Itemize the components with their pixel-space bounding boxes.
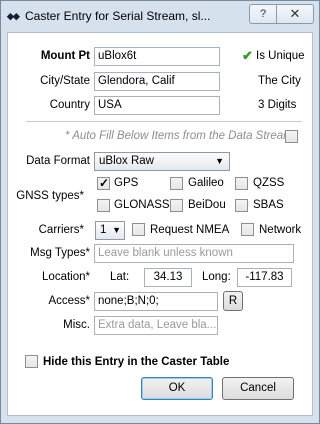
galileo-label: Galileo bbox=[188, 177, 224, 189]
galileo-checkbox[interactable] bbox=[170, 177, 183, 190]
carriers-label: Carriers* bbox=[38, 224, 84, 236]
city-hint: The City bbox=[258, 75, 301, 87]
close-button[interactable]: ✕ bbox=[276, 4, 314, 24]
country-label: Country bbox=[49, 99, 90, 111]
title-bar: ◆◆ Caster Entry for Serial Stream, sl...… bbox=[1, 1, 319, 31]
mount-pt-input[interactable]: uBlox6t bbox=[94, 47, 220, 66]
long-label: Long: bbox=[202, 271, 231, 283]
access-input[interactable]: none;B;N;0; bbox=[94, 292, 218, 311]
access-label: Access* bbox=[48, 295, 90, 307]
location-label: Location* bbox=[42, 271, 90, 283]
msg-types-input[interactable]: Leave blank unless known bbox=[94, 244, 294, 263]
qzss-label: QZSS bbox=[253, 177, 285, 189]
country-hint: 3 Digits bbox=[258, 99, 297, 111]
hide-entry-checkbox[interactable] bbox=[25, 355, 38, 368]
sbas-checkbox[interactable] bbox=[235, 199, 248, 212]
data-format-label: Data Format bbox=[26, 155, 90, 167]
beidou-label: BeiDou bbox=[188, 199, 226, 211]
mount-pt-label: Mount Pt bbox=[40, 50, 90, 62]
misc-input[interactable]: Extra data, Leave bla... bbox=[94, 316, 218, 335]
network-checkbox[interactable] bbox=[241, 223, 254, 236]
country-input[interactable]: USA bbox=[94, 96, 220, 115]
city-state-input[interactable]: Glendora, Calif bbox=[94, 72, 220, 91]
chevron-down-icon: ▼ bbox=[215, 156, 224, 166]
autofill-label: * Auto Fill Below Items from the Data St… bbox=[65, 130, 293, 142]
long-input[interactable]: -117.83 bbox=[237, 268, 292, 287]
city-state-label: City/State bbox=[40, 75, 90, 87]
data-format-select[interactable]: uBlox Raw ▼ bbox=[94, 152, 230, 171]
lat-label: Lat: bbox=[110, 271, 130, 283]
autofill-checkbox[interactable] bbox=[285, 130, 298, 143]
ok-button[interactable]: OK bbox=[141, 377, 213, 400]
window-title: Caster Entry for Serial Stream, sl... bbox=[25, 9, 211, 23]
misc-label: Misc. bbox=[63, 319, 90, 331]
help-button[interactable]: ? bbox=[249, 4, 276, 24]
checkmark-icon: ✓ bbox=[99, 176, 110, 190]
access-r-button[interactable]: R bbox=[223, 291, 243, 311]
app-icon: ◆◆ bbox=[7, 11, 20, 21]
sbas-label: SBAS bbox=[253, 199, 284, 211]
unique-status: Is Unique bbox=[256, 50, 305, 62]
beidou-checkbox[interactable] bbox=[170, 199, 183, 212]
divider bbox=[26, 121, 302, 122]
cancel-button[interactable]: Cancel bbox=[222, 377, 294, 400]
gps-checkbox[interactable]: ✓ bbox=[97, 176, 110, 190]
glonass-label: GLONASS bbox=[114, 199, 170, 211]
qzss-checkbox[interactable] bbox=[235, 177, 248, 190]
request-nmea-checkbox[interactable] bbox=[132, 223, 145, 236]
msg-types-label: Msg Types* bbox=[30, 247, 90, 259]
network-label: Network bbox=[259, 224, 302, 236]
glonass-checkbox[interactable] bbox=[97, 199, 110, 212]
chevron-down-icon: ▼ bbox=[112, 225, 121, 235]
check-icon: ✔ bbox=[242, 48, 253, 63]
carriers-value: 1 bbox=[100, 224, 107, 236]
gps-label: GPS bbox=[114, 177, 139, 189]
dialog-window: ◆◆ Caster Entry for Serial Stream, sl...… bbox=[0, 0, 320, 424]
carriers-select[interactable]: 1 ▼ bbox=[95, 221, 125, 240]
data-format-value: uBlox Raw bbox=[99, 155, 154, 167]
lat-input[interactable]: 34.13 bbox=[144, 268, 192, 287]
dialog-client-area: Mount Pt uBlox6t ✔ Is Unique City/State … bbox=[7, 32, 313, 416]
gnss-types-label: GNSS types* bbox=[16, 190, 84, 202]
request-nmea-label: Request NMEA bbox=[150, 224, 230, 236]
hide-entry-label: Hide this Entry in the Caster Table bbox=[43, 356, 230, 368]
